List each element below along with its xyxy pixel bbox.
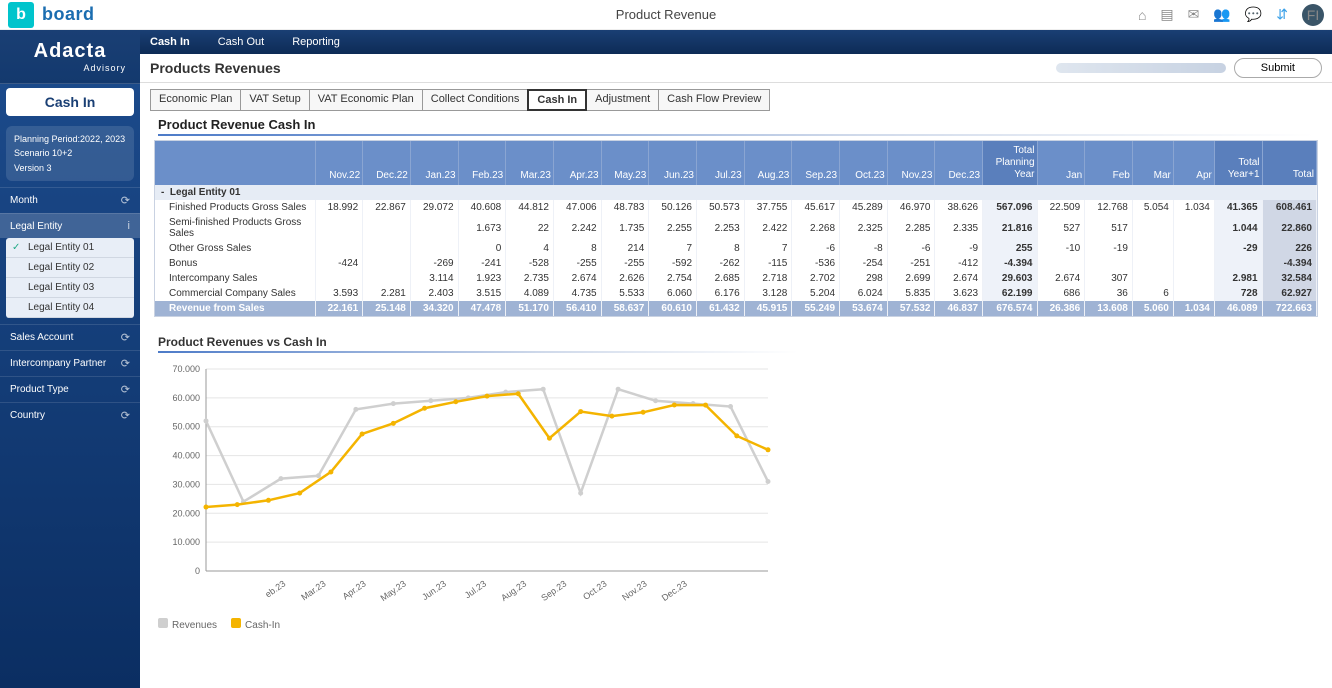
svg-text:Dec.23: Dec.23 [660,578,689,603]
planning-period-label: Planning Period: [14,134,80,144]
svg-text:Apr.23: Apr.23 [341,578,368,601]
page-title: Products Revenues [150,60,281,76]
chart-legend: Revenues Cash-In [158,618,1314,631]
header-row: Products Revenues Submit [140,54,1332,83]
planning-version: Version 3 [14,161,126,175]
legend-item: Cash-In [231,618,280,631]
users-icon[interactable]: 👥 [1213,6,1230,23]
filter-month[interactable]: Month ⟳ [0,187,140,213]
table-title: Product Revenue Cash In [140,113,1332,134]
svg-text:Nov.23: Nov.23 [620,578,649,602]
tab-cash-flow-preview[interactable]: Cash Flow Preview [658,89,770,111]
refresh-icon[interactable]: ⟳ [121,409,130,422]
progress-bar [1056,63,1226,73]
legal-entity-option[interactable]: Legal Entity 04 [6,298,134,318]
filter-sales-account[interactable]: Sales Account ⟳ [0,324,140,350]
filter-label: Intercompany Partner [10,358,106,369]
svg-text:Sep.23: Sep.23 [539,578,568,603]
svg-text:eb.23: eb.23 [263,578,287,599]
filter-product-type[interactable]: Product Type ⟳ [0,376,140,402]
home-icon[interactable]: ⌂ [1138,7,1146,23]
app-logo-icon: b [8,2,34,28]
tabs: Economic PlanVAT SetupVAT Economic PlanC… [140,83,1332,113]
submit-button[interactable]: Submit [1234,58,1322,78]
filter-label: Legal Entity [10,221,62,232]
main-content: Products Revenues Submit Economic PlanVA… [140,54,1332,688]
topbar: b board Product Revenue ⌂ ▤ ✉ 👥 💬 ⇵ FI [0,0,1332,30]
filter-label: Month [10,195,38,206]
svg-text:30.000: 30.000 [172,479,200,489]
filter-label: Sales Account [10,332,73,343]
chart-area: Product Revenues vs Cash In 0 10.000 20.00… [158,335,1314,631]
svg-text:Jul.23: Jul.23 [463,578,488,600]
svg-text:70.000: 70.000 [172,364,200,374]
tab-economic-plan[interactable]: Economic Plan [150,89,241,111]
topbar-icons: ⌂ ▤ ✉ 👥 💬 ⇵ FI [1138,4,1324,26]
app-logo-word: board [42,4,95,25]
svg-text:40.000: 40.000 [172,451,200,461]
submit-area: Submit [1056,58,1322,78]
main-nav: Cash In Cash Out Reporting [0,30,1332,54]
page-title-header: Product Revenue [616,7,716,22]
nav-reporting[interactable]: Reporting [292,36,340,48]
refresh-icon[interactable]: ⟳ [121,383,130,396]
divider [158,134,1314,136]
layout-icon[interactable]: ▤ [1160,6,1173,23]
tab-cash-in[interactable]: Cash In [527,89,587,111]
avatar[interactable]: FI [1302,4,1324,26]
svg-text:Aug.23: Aug.23 [499,578,528,603]
tab-collect-conditions[interactable]: Collect Conditions [422,89,529,111]
legal-entity-option[interactable]: Legal Entity 03 [6,278,134,298]
legal-entity-option[interactable]: Legal Entity 02 [6,258,134,278]
legal-entity-option[interactable]: Legal Entity 01 [6,238,134,258]
svg-text:0: 0 [195,566,200,576]
refresh-icon[interactable]: ⟳ [121,194,130,207]
revenue-table: Nov.22Dec.22Jan.23Feb.23Mar.23Apr.23May.… [154,140,1318,317]
revenue-chart: 0 10.000 20.000 30.000 40.000 50.000 60.000 70.… [158,361,778,611]
planning-period-value: 2022, 2023 [80,134,125,144]
svg-text:Jun.23: Jun.23 [420,578,448,602]
planning-box: Planning Period:2022, 2023 Scenario 10+2… [6,126,134,181]
divider [158,351,798,353]
info-icon[interactable]: i [128,220,130,232]
refresh-icon[interactable]: ⟳ [121,357,130,370]
filter-label: Product Type [10,384,69,395]
sidebar: Adacta Advisory Cash In Planning Period:… [0,54,140,688]
svg-text:50.000: 50.000 [172,422,200,432]
filter-intercompany[interactable]: Intercompany Partner ⟳ [0,350,140,376]
refresh-icon[interactable]: ⟳ [121,331,130,344]
filter-country[interactable]: Country ⟳ [0,402,140,428]
signal-icon[interactable]: ⇵ [1276,6,1288,23]
planning-scenario: Scenario 10+2 [14,146,126,160]
brand-name: Adacta [34,40,107,63]
svg-text:Oct.23: Oct.23 [581,578,608,601]
sidebar-section: Cash In [6,88,134,116]
filter-label: Country [10,410,45,421]
mail-icon[interactable]: ✉ [1188,6,1200,23]
brand-sub: Advisory [83,63,126,73]
chat-icon[interactable]: 💬 [1245,6,1262,23]
nav-cash-out[interactable]: Cash Out [218,36,264,48]
tab-vat-setup[interactable]: VAT Setup [240,89,309,111]
legal-entity-options: Legal Entity 01 Legal Entity 02 Legal En… [6,238,134,318]
svg-text:20.000: 20.000 [172,508,200,518]
svg-text:May.23: May.23 [378,578,407,603]
svg-text:10.000: 10.000 [172,537,200,547]
filter-legal-entity[interactable]: Legal Entity i [0,213,140,238]
tab-adjustment[interactable]: Adjustment [586,89,659,111]
legend-item: Revenues [158,618,217,631]
svg-text:60.000: 60.000 [172,393,200,403]
chart-title: Product Revenues vs Cash In [158,335,1314,349]
tab-vat-economic-plan[interactable]: VAT Economic Plan [309,89,423,111]
svg-text:Mar.23: Mar.23 [299,578,327,602]
sidebar-brand: Adacta Advisory [0,30,140,84]
nav-cash-in[interactable]: Cash In [150,36,190,48]
